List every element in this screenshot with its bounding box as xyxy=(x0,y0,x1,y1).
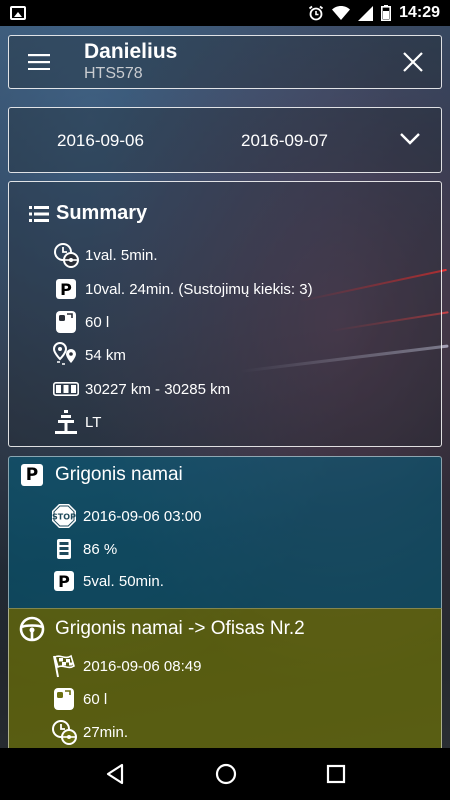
border-crossing-icon xyxy=(55,410,77,434)
header-card: Danielius HTS578 xyxy=(8,35,442,89)
close-button[interactable] xyxy=(385,35,441,89)
stop-sign-icon: STOP xyxy=(52,504,76,528)
fuel-tank-icon xyxy=(54,688,74,710)
driver-name: Danielius xyxy=(84,40,178,63)
odometer-icon xyxy=(53,382,79,396)
summary-distance: 54 km xyxy=(85,346,126,364)
parking-event-header: P Grigonis namai xyxy=(19,464,183,486)
home-icon[interactable] xyxy=(215,763,237,785)
summary-odometer: 30227 km - 30285 km xyxy=(85,380,231,398)
drive-start-time: 2016-09-06 08:49 xyxy=(83,657,202,675)
back-icon[interactable] xyxy=(104,763,126,785)
drive-duration: 27min. xyxy=(83,723,129,741)
alarm-icon xyxy=(309,5,324,21)
gallery-notification-icon xyxy=(10,6,26,20)
drive-event-header: Grigonis namai -> Ofisas Nr.2 xyxy=(19,616,305,642)
summary-odometer-row: 30227 km - 30285 km xyxy=(53,376,230,402)
summary-parking-row: P 10val. 24min. (Sustojimų kiekis: 3) xyxy=(53,276,313,302)
svg-text:STOP: STOP xyxy=(52,513,76,522)
summary-country: LT xyxy=(85,413,102,431)
date-range-selector[interactable]: 2016-09-06 2016-09-07 xyxy=(8,107,442,173)
drive-event-title: Grigonis namai -> Ofisas Nr.2 xyxy=(55,618,305,639)
clock-wheel-icon xyxy=(54,243,79,268)
parking-level: 86 % xyxy=(83,540,118,558)
summary-title: Summary xyxy=(56,202,148,224)
battery-icon xyxy=(381,5,392,21)
hamburger-menu-icon xyxy=(28,54,50,70)
summary-country-row: LT xyxy=(53,409,101,435)
summary-fuel-row: 60 l xyxy=(53,309,109,335)
summary-parking: 10val. 24min. (Sustojimų kiekis: 3) xyxy=(85,280,313,298)
summary-duration-row: 1val. 5min. xyxy=(53,242,158,268)
drive-fuel-row: 60 l xyxy=(51,686,107,712)
steering-wheel-icon xyxy=(19,616,45,642)
status-time: 14:29 xyxy=(399,4,440,21)
clock-wheel-icon xyxy=(52,720,77,745)
vehicle-plate: HTS578 xyxy=(84,65,143,82)
route-pin-icon xyxy=(53,342,76,365)
date-from[interactable]: 2016-09-06 xyxy=(57,131,144,151)
fuel-tank-icon xyxy=(56,311,76,333)
parking-duration: 5val. 50min. xyxy=(83,572,164,590)
checkered-flag-icon xyxy=(53,654,75,678)
summary-heading: Summary xyxy=(29,202,147,225)
status-bar: 14:29 xyxy=(0,0,450,26)
summary-duration: 1val. 5min. xyxy=(85,246,158,264)
summary-fuel: 60 l xyxy=(85,313,110,331)
fuel-level-icon xyxy=(57,539,71,559)
parking-duration-row: P 5val. 50min. xyxy=(51,568,164,594)
summary-card: Summary 1val. 5min. P 10val. 24min. (Sus… xyxy=(8,181,442,447)
chevron-down-icon[interactable] xyxy=(399,132,421,146)
date-to[interactable]: 2016-09-07 xyxy=(241,131,328,151)
parking-stop-time: 2016-09-06 03:00 xyxy=(83,507,202,525)
parking-level-row: 86 % xyxy=(51,536,117,562)
recents-icon[interactable] xyxy=(326,764,346,784)
parking-icon: P xyxy=(56,279,76,299)
menu-button[interactable] xyxy=(9,35,69,89)
drive-duration-row: 27min. xyxy=(51,719,128,745)
parking-icon: P xyxy=(54,571,74,591)
drive-fuel: 60 l xyxy=(83,690,108,708)
wifi-icon xyxy=(332,5,351,20)
list-icon xyxy=(29,205,49,222)
close-icon xyxy=(403,52,423,72)
parking-event-title: Grigonis namai xyxy=(55,464,183,485)
signal-icon xyxy=(358,5,374,21)
parking-stop-row: STOP 2016-09-06 03:00 xyxy=(51,503,201,529)
system-nav-bar xyxy=(0,748,450,800)
summary-distance-row: 54 km xyxy=(53,342,126,368)
drive-start-row: 2016-09-06 08:49 xyxy=(51,653,201,679)
parking-event-card[interactable]: P Grigonis namai STOP 2016-09-06 03:00 8… xyxy=(8,456,442,608)
drive-event-card[interactable]: Grigonis namai -> Ofisas Nr.2 2016-09-06… xyxy=(8,608,442,748)
parking-icon: P xyxy=(21,464,43,486)
